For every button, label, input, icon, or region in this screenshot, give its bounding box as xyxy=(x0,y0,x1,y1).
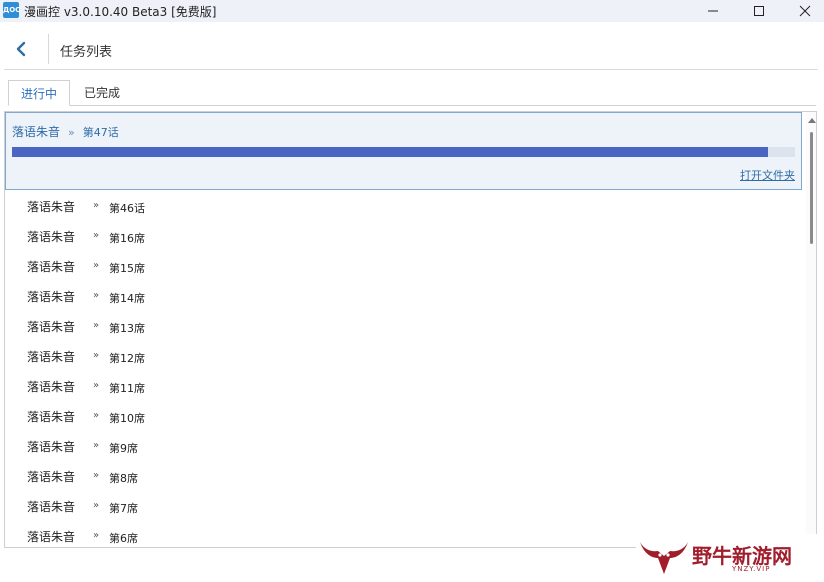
progress-fill xyxy=(12,147,768,157)
separator-icon: » xyxy=(93,200,100,211)
tab-completed[interactable]: 已完成 xyxy=(74,80,130,106)
bull-logo-icon xyxy=(640,542,688,574)
watermark-subtext: YNZY.VIP xyxy=(732,565,771,573)
chapter-name: 第46话 xyxy=(109,202,145,215)
separator-icon: » xyxy=(93,440,100,451)
list-item[interactable]: 落语朱音 » 第13席 xyxy=(5,312,802,342)
comic-name: 落语朱音 xyxy=(27,320,76,334)
comic-name: 落语朱音 xyxy=(27,410,76,424)
chapter-name: 第14席 xyxy=(109,292,145,305)
separator-icon: » xyxy=(93,230,100,241)
list-item[interactable]: 落语朱音 » 第46话 xyxy=(5,192,802,222)
chevron-left-icon xyxy=(16,41,26,57)
close-button[interactable] xyxy=(782,0,824,22)
close-icon xyxy=(799,5,811,17)
comic-name: 落语朱音 xyxy=(27,380,76,394)
title-bar: ДОС 漫画控 v3.0.10.40 Beta3 [免费版] xyxy=(0,0,824,22)
list-item[interactable]: 落语朱音 » 第9席 xyxy=(5,432,802,462)
minimize-button[interactable] xyxy=(690,0,736,22)
comic-name: 落语朱音 xyxy=(27,470,76,484)
comic-name: 落语朱音 xyxy=(27,260,76,274)
list-item[interactable]: 落语朱音 » 第11席 xyxy=(5,372,802,402)
minimize-icon xyxy=(708,10,718,12)
list-item[interactable]: 落语朱音 » 第15席 xyxy=(5,252,802,282)
comic-name: 落语朱音 xyxy=(27,530,76,544)
queued-task-list: 落语朱音» 第46话 落语朱音» 第16席 落语朱音» 第15席 落语朱音» 第14席 落语朱音… xyxy=(5,192,802,547)
chapter-name: 第10席 xyxy=(109,412,145,425)
comic-name: 落语朱音 xyxy=(27,350,76,364)
chapter-name: 第8席 xyxy=(109,472,138,485)
chapter-name: 第13席 xyxy=(109,322,145,335)
scroll-thumb[interactable] xyxy=(810,132,813,244)
chapter-name: 第12席 xyxy=(109,352,145,365)
list-item[interactable]: 落语朱音 » 第12席 xyxy=(5,342,802,372)
chapter-name: 第11席 xyxy=(109,382,145,395)
separator-icon: » xyxy=(93,410,100,421)
comic-name: 落语朱音 xyxy=(12,125,61,139)
comic-name: 落语朱音 xyxy=(27,200,76,214)
task-list: 落语朱音» 第47话 打开文件夹 落语朱音» 第46话 落语朱音» 第16席 落语朱音» 第… xyxy=(4,111,817,548)
chapter-name: 第7席 xyxy=(109,502,138,515)
separator-icon: » xyxy=(68,126,75,139)
comic-name: 落语朱音 xyxy=(27,440,76,454)
chapter-name: 第16席 xyxy=(109,232,145,245)
nav-divider xyxy=(48,34,49,64)
chapter-name: 第6席 xyxy=(109,532,138,545)
list-item[interactable]: 落语朱音 » 第10席 xyxy=(5,402,802,432)
separator-icon: » xyxy=(93,260,100,271)
scroll-up-arrow-icon[interactable] xyxy=(808,118,816,123)
page-title: 任务列表 xyxy=(60,45,113,60)
separator-icon: » xyxy=(93,350,100,361)
list-item[interactable]: 落语朱音 » 第16席 xyxy=(5,222,802,252)
task-tabs: 进行中 已完成 xyxy=(8,80,816,106)
separator-icon: » xyxy=(93,380,100,391)
nav-header: 任务列表 xyxy=(0,28,824,70)
maximize-icon xyxy=(754,6,764,16)
window-title: 漫画控 v3.0.10.40 Beta3 [免费版] xyxy=(24,5,217,19)
chapter-name: 第15席 xyxy=(109,262,145,275)
active-task-title: 落语朱音 » 第47话 xyxy=(12,123,119,140)
tab-in-progress[interactable]: 进行中 xyxy=(8,80,70,106)
list-item[interactable]: 落语朱音 » 第7席 xyxy=(5,492,802,522)
scrollbar[interactable] xyxy=(806,112,816,547)
list-item[interactable]: 落语朱音 » 第14席 xyxy=(5,282,802,312)
header-divider xyxy=(4,69,818,70)
comic-name: 落语朱音 xyxy=(27,500,76,514)
open-folder-link[interactable]: 打开文件夹 xyxy=(740,167,795,183)
comic-name: 落语朱音 xyxy=(27,290,76,304)
separator-icon: » xyxy=(93,290,100,301)
active-task-item[interactable]: 落语朱音 » 第47话 打开文件夹 xyxy=(5,112,802,190)
separator-icon: » xyxy=(93,530,100,541)
tabs-divider xyxy=(8,105,816,106)
maximize-button[interactable] xyxy=(736,0,782,22)
chapter-name: 第9席 xyxy=(109,442,138,455)
separator-icon: » xyxy=(93,470,100,481)
back-button[interactable] xyxy=(10,38,32,60)
separator-icon: » xyxy=(93,500,100,511)
comic-name: 落语朱音 xyxy=(27,230,76,244)
list-item[interactable]: 落语朱音 » 第8席 xyxy=(5,462,802,492)
separator-icon: » xyxy=(93,320,100,331)
chapter-name: 第47话 xyxy=(82,126,119,139)
download-progress-bar xyxy=(12,147,795,157)
app-icon: ДОС xyxy=(3,2,20,18)
watermark: 野牛新游网 YNZY.VIP xyxy=(636,534,822,580)
